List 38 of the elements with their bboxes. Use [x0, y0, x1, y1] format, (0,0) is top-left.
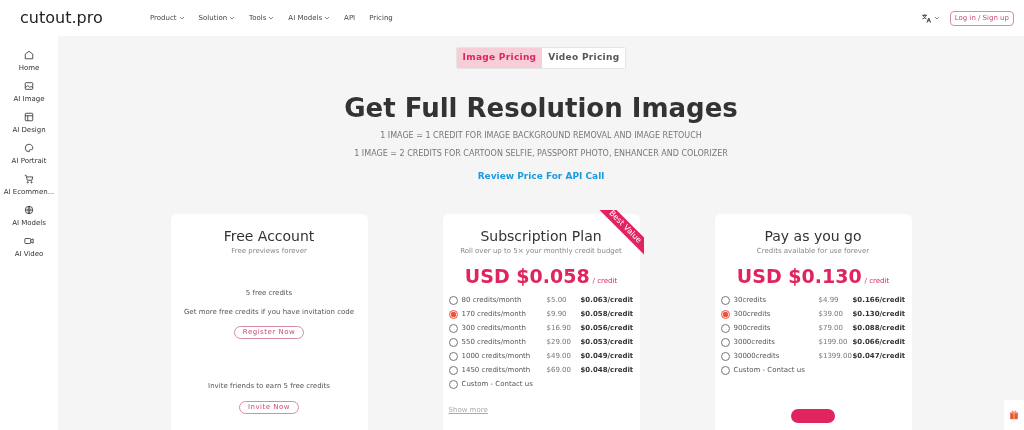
pricing-note: 1 IMAGE = 1 CREDIT FOR IMAGE BACKGROUND REMOVAL AND IMAGE RETOUCH	[380, 130, 702, 142]
home-icon	[24, 50, 34, 60]
page-title: Get Full Resolution Images	[344, 93, 738, 123]
caret-icon	[268, 16, 275, 20]
radio-button[interactable]	[448, 380, 458, 389]
radio-button[interactable]	[720, 296, 730, 305]
video-icon	[24, 236, 34, 246]
caret-icon	[324, 16, 331, 20]
radio-button[interactable]	[448, 296, 458, 305]
logo[interactable]: cutout.pro	[20, 6, 120, 30]
card-title: Subscription Plan	[480, 227, 602, 244]
radio-button[interactable]	[720, 366, 730, 375]
globe-icon	[24, 205, 34, 215]
language-icon[interactable]	[920, 12, 940, 24]
layout-icon	[24, 112, 34, 122]
palette-icon	[24, 143, 34, 153]
radio-button[interactable]	[720, 324, 730, 333]
cart-icon	[24, 174, 34, 184]
radio-button[interactable]	[720, 352, 730, 361]
gift-button[interactable]	[1004, 400, 1024, 430]
card-title: Free Account	[223, 227, 315, 244]
radio-button[interactable]	[448, 338, 458, 347]
radio-button[interactable]	[448, 352, 458, 361]
caret-icon	[933, 16, 940, 20]
card-title: Pay as you go	[764, 227, 862, 244]
radio-button[interactable]	[448, 366, 458, 375]
buy-button[interactable]	[791, 409, 835, 423]
pricing-note: 1 IMAGE = 2 CREDITS FOR CARTOON SELFIE, PASSPORT PHOTO, ENHANCER AND COLORIZER	[354, 148, 728, 160]
price: USD $0.058	[464, 266, 590, 286]
caret-icon	[229, 16, 236, 20]
caret-icon	[178, 16, 185, 20]
radio-button[interactable]	[448, 324, 458, 333]
price: USD $0.130	[736, 266, 862, 286]
radio-button[interactable]	[448, 310, 458, 319]
radio-button[interactable]	[720, 310, 730, 319]
gift-icon	[1009, 410, 1019, 420]
image-icon	[24, 81, 34, 91]
radio-button[interactable]	[720, 338, 730, 347]
